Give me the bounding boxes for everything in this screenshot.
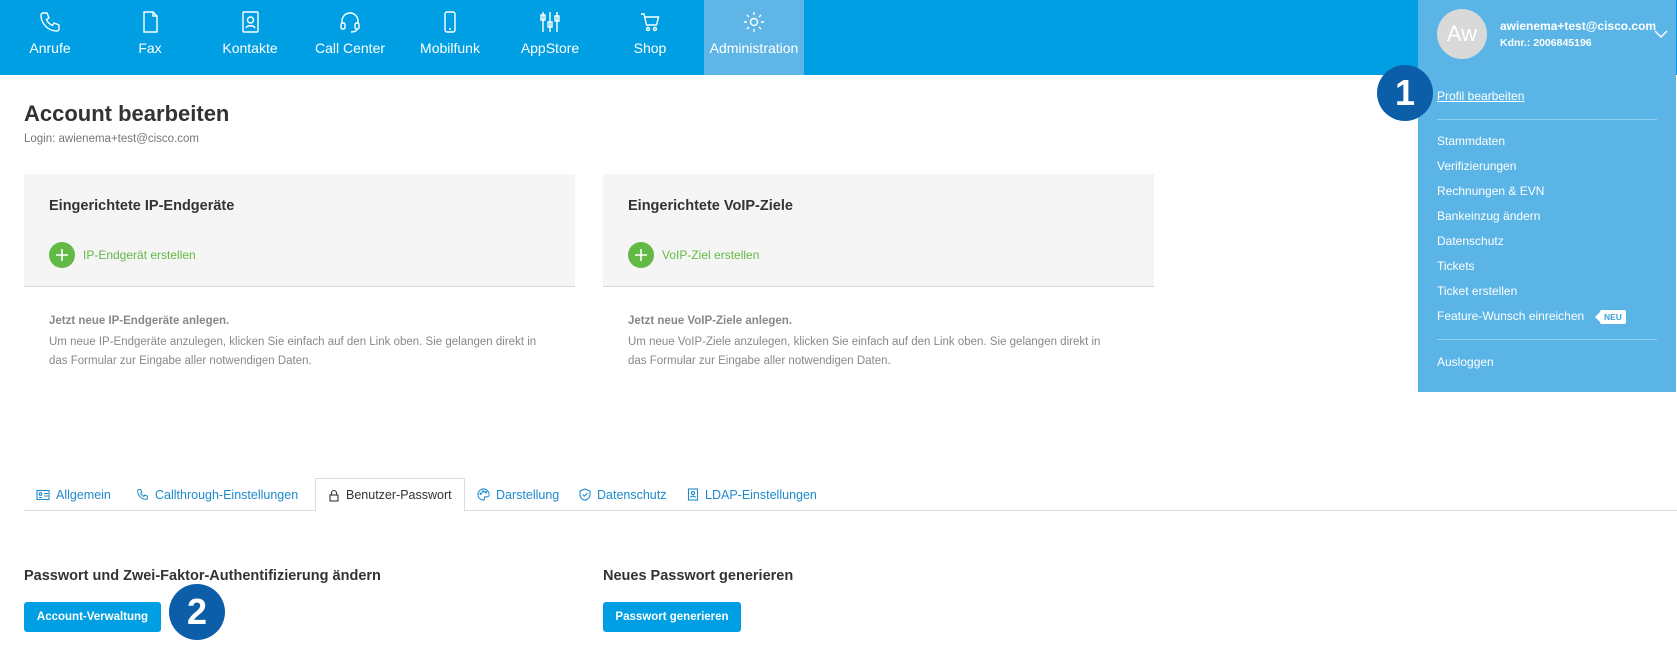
menu-link-verifizierungen[interactable]: Verifizierungen [1437,159,1516,173]
nav-label: Kontakte [222,40,278,56]
account-tabs: Allgemein Callthrough-Einstellungen Benu… [24,478,1677,512]
nav-item-fax[interactable]: Fax [100,0,200,75]
nav-item-appstore[interactable]: AppStore [500,0,600,75]
nav-label: Fax [138,40,162,56]
menu-link-datenschutz[interactable]: Datenschutz [1437,234,1504,248]
sliders-icon [500,10,600,34]
ip-devices-card: Eingerichtete IP-Endgeräte IP-Endgerät e… [24,174,575,287]
contact-book-icon [687,488,699,501]
nav-label: Shop [633,40,667,56]
shopping-cart-icon [600,10,700,34]
menu-divider [1437,119,1657,120]
generate-section-title: Neues Passwort generieren [603,568,794,584]
menu-link-feature-wunsch[interactable]: Feature-Wunsch einreichen [1437,309,1584,323]
plus-icon[interactable] [628,242,654,268]
nav-label: Mobilfunk [420,40,480,56]
menu-link-tickets[interactable]: Tickets [1437,259,1475,273]
profile-edit-link[interactable]: Profil bearbeiten [1437,89,1524,103]
nav-item-anrufe[interactable]: Anrufe [0,0,100,75]
document-icon [100,10,200,34]
new-badge: NEU [1600,310,1626,324]
page-title: Account bearbeiten [24,101,230,126]
tab-label: Darstellung [496,487,560,502]
tab-label: Callthrough-Einstellungen [155,487,299,502]
step-marker-1: 1 [1377,65,1433,121]
nav-item-shop[interactable]: Shop [600,0,700,75]
mobile-phone-icon [400,10,500,34]
nav-item-mobilfunk[interactable]: Mobilfunk [400,0,500,75]
palette-icon [477,488,490,501]
nav-label: AppStore [520,40,580,56]
tab-label: Benutzer-Passwort [346,488,452,502]
user-email: awienema+test@cisco.com [1500,19,1657,33]
tab-datenschutz[interactable]: Datenschutz [567,478,678,511]
nav-label: Administration [709,40,799,56]
tab-benutzer-passwort[interactable]: Benutzer-Passwort [315,478,465,512]
shield-icon [579,488,591,501]
generate-password-button[interactable]: Passwort generieren [603,602,741,632]
card-title: Eingerichtete VoIP-Ziele [628,198,793,214]
ip-hint-title: Jetzt neue IP-Endgeräte anlegen. [49,315,230,327]
menu-link-bankeinzug[interactable]: Bankeinzug ändern [1437,209,1540,223]
voip-targets-card: Eingerichtete VoIP-Ziele VoIP-Ziel erste… [603,174,1154,287]
phone-icon [137,489,148,500]
contact-card-icon [200,10,300,34]
voip-hint-text: Um neue VoIP-Ziele anzulegen, klicken Si… [628,336,1101,367]
id-card-icon [36,489,50,500]
tab-label: Allgemein [56,487,111,502]
phone-icon [0,10,100,34]
nav-label: Call Center [314,40,386,56]
tab-label: LDAP-Einstellungen [705,487,817,502]
customer-number: Kdnr.: 2006845196 [1500,37,1592,49]
headset-icon [300,10,400,34]
create-voip-target-link[interactable]: VoIP-Ziel erstellen [662,248,759,262]
tab-callthrough[interactable]: Callthrough-Einstellungen [124,478,310,511]
menu-link-stammdaten[interactable]: Stammdaten [1437,134,1505,148]
tab-ldap[interactable]: LDAP-Einstellungen [675,478,829,511]
avatar[interactable]: Aw [1437,9,1487,59]
nav-item-call-center[interactable]: Call Center [300,0,400,75]
create-ip-device-link[interactable]: IP-Endgerät erstellen [83,248,196,262]
nav-item-administration[interactable]: Administration [704,0,804,75]
password-section-title: Passwort und Zwei-Faktor-Authentifizieru… [24,568,381,584]
tab-label: Datenschutz [597,487,667,502]
step-marker-2: 2 [169,584,225,640]
lock-icon [329,489,339,502]
menu-link-rechnungen[interactable]: Rechnungen & EVN [1437,184,1544,198]
chevron-down-icon[interactable] [1654,26,1668,44]
gear-icon [704,10,804,34]
menu-link-ticket-erstellen[interactable]: Ticket erstellen [1437,284,1517,298]
nav-item-kontakte[interactable]: Kontakte [200,0,300,75]
card-title: Eingerichtete IP-Endgeräte [49,198,235,214]
account-management-button[interactable]: Account-Verwaltung [24,602,161,632]
login-info: Login: awienema+test@cisco.com [24,133,199,145]
ip-hint-text: Um neue IP-Endgeräte anzulegen, klicken … [49,336,537,367]
menu-divider [1437,339,1657,340]
tab-darstellung[interactable]: Darstellung [465,478,571,511]
nav-label: Anrufe [29,40,71,56]
tab-allgemein[interactable]: Allgemein [24,478,123,511]
voip-hint-title: Jetzt neue VoIP-Ziele anlegen. [628,315,793,327]
plus-icon[interactable] [49,242,75,268]
user-menu-dropdown: Aw awienema+test@cisco.com Kdnr.: 200684… [1418,0,1676,392]
logout-link[interactable]: Ausloggen [1437,355,1494,369]
